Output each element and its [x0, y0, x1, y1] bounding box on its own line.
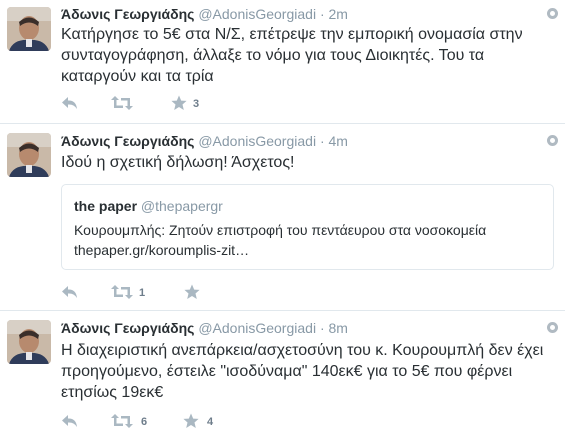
timestamp[interactable]: 8m [329, 320, 348, 336]
timestamp[interactable]: 4m [329, 133, 348, 149]
reply-icon [62, 286, 77, 298]
favorite-icon [183, 413, 199, 428]
card-source-name: the paper [74, 198, 138, 214]
separator: · [319, 133, 325, 149]
tweet[interactable]: Άδωνις Γεωργιάδης @AdonisGeorgiadi · 2m … [0, 0, 565, 124]
card-title: Κουρουμπλής: Ζητούν επιστροφή του πεντάε… [74, 222, 487, 238]
retweet-button[interactable]: 6 [111, 413, 151, 431]
retweet-icon [111, 285, 133, 299]
card-source-handle: @thepapergr [140, 198, 223, 214]
tweet-text: Κατήργησε το 5€ στα Ν/Σ, επέτρεψε την εμ… [61, 26, 523, 85]
author-name[interactable]: Άδωνις Γεωργιάδης [61, 6, 194, 22]
avatar[interactable] [7, 7, 51, 51]
retweet-button[interactable] [111, 95, 151, 113]
author-name[interactable]: Άδωνις Γεωργιάδης [61, 320, 194, 336]
separator: · [319, 6, 325, 22]
retweet-button[interactable]: 1 [111, 284, 151, 302]
avatar[interactable] [7, 320, 51, 364]
tweet[interactable]: Άδωνις Γεωργιάδης @AdonisGeorgiadi · 8m … [0, 311, 565, 433]
gear-icon[interactable] [547, 8, 558, 19]
gear-icon[interactable] [547, 135, 558, 146]
tweet-header: Άδωνις Γεωργιάδης @AdonisGeorgiadi · 8m [61, 320, 348, 336]
favorite-count: 4 [207, 416, 214, 428]
retweet-icon [111, 414, 133, 428]
author-handle[interactable]: @AdonisGeorgiadi [198, 6, 316, 22]
reply-button[interactable] [61, 284, 81, 302]
gear-icon[interactable] [547, 322, 558, 333]
favorite-button[interactable]: 3 [171, 95, 211, 113]
timestamp[interactable]: 2m [329, 6, 348, 22]
card-link[interactable]: thepaper.gr/koroumplis-zit… [74, 242, 249, 258]
favorite-button[interactable] [184, 284, 224, 302]
separator: · [319, 320, 325, 336]
tweet-header: Άδωνις Γεωργιάδης @AdonisGeorgiadi · 4m [61, 133, 348, 149]
tweet[interactable]: Άδωνις Γεωργιάδης @AdonisGeorgiadi · 4m … [0, 124, 565, 311]
tweet-text: Η διαχειριστική ανεπάρκεια/ασχετοσύνη το… [61, 342, 544, 401]
favorite-icon [171, 95, 187, 110]
retweet-count: 1 [139, 287, 146, 299]
tweet-text: Ιδού η σχετική δήλωση! Άσχετος! [61, 154, 295, 171]
author-handle[interactable]: @AdonisGeorgiadi [198, 320, 316, 336]
retweet-count: 6 [141, 416, 148, 428]
link-card[interactable]: the paper @thepapergr Κουρουμπλής: Ζητού… [61, 184, 554, 270]
reply-icon [62, 415, 77, 427]
favorite-button[interactable]: 4 [183, 413, 223, 431]
author-handle[interactable]: @AdonisGeorgiadi [198, 133, 316, 149]
card-header: the paper @thepapergr [74, 198, 223, 214]
author-name[interactable]: Άδωνις Γεωργιάδης [61, 133, 194, 149]
favorite-icon [184, 284, 200, 299]
retweet-icon [111, 96, 133, 110]
avatar[interactable] [7, 133, 51, 177]
reply-button[interactable] [61, 413, 81, 431]
reply-icon [62, 97, 77, 109]
tweet-header: Άδωνις Γεωργιάδης @AdonisGeorgiadi · 2m [61, 6, 348, 22]
reply-button[interactable] [61, 95, 81, 113]
favorite-count: 3 [193, 98, 200, 110]
